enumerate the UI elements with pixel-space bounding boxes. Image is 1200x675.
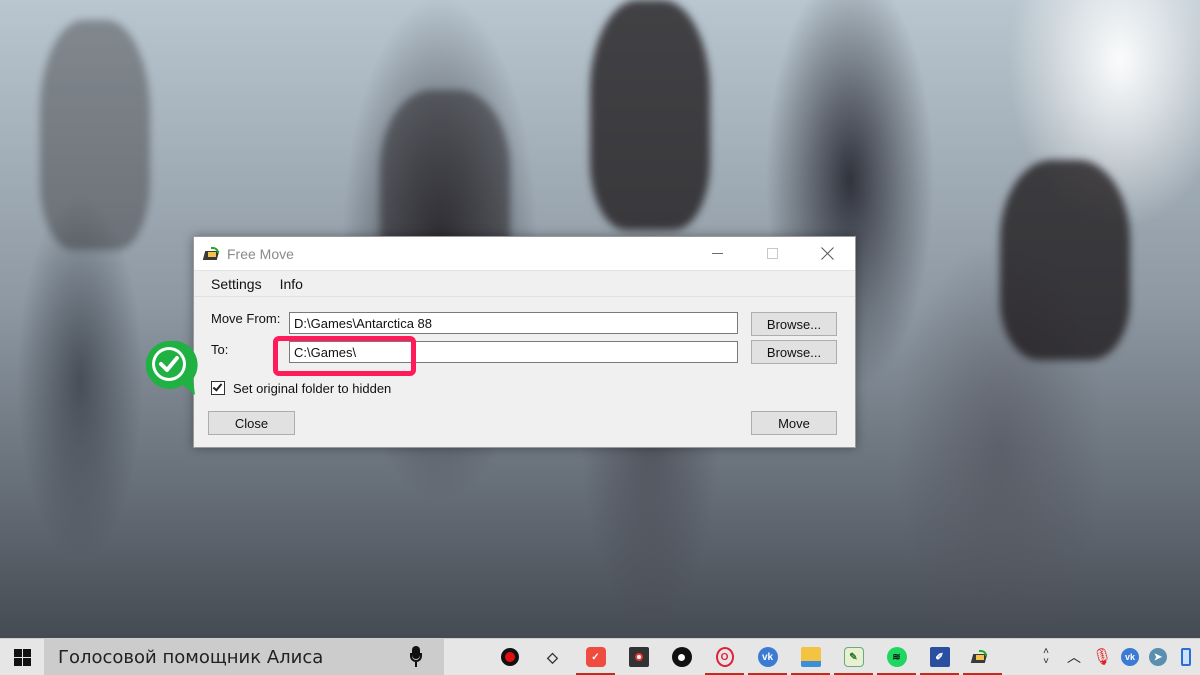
record-icon (500, 648, 519, 666)
minimize-button[interactable] (690, 237, 745, 270)
taskbar-app-media-record[interactable] (617, 639, 660, 675)
browse-from-button[interactable]: Browse... (751, 312, 837, 336)
close-window-button[interactable] (800, 237, 855, 270)
tray-scroll-button[interactable]: ˄ ˅ (1032, 639, 1060, 675)
telegram-icon: ➤ (1149, 648, 1167, 666)
wallpaper-hand (1000, 160, 1130, 360)
taskbar-app-free-move[interactable] (961, 639, 1004, 675)
taskbar-app-spotify[interactable]: ≋ (875, 639, 918, 675)
taskbar-app-music[interactable] (660, 639, 703, 675)
taskbar-app-clock[interactable]: ✓ (574, 639, 617, 675)
title-bar[interactable]: Free Move (194, 237, 855, 271)
hidden-folder-checkbox[interactable] (211, 381, 225, 395)
opera-icon: O (715, 647, 734, 667)
microphone-red-icon: 🎙 (1091, 649, 1113, 666)
disc-icon (671, 647, 692, 667)
minimize-icon (712, 253, 723, 254)
move-from-input[interactable] (289, 312, 738, 334)
move-button[interactable]: Move (751, 411, 837, 435)
taskbar-app-explorer[interactable] (789, 639, 832, 675)
start-button[interactable] (0, 639, 44, 675)
tray-telegram[interactable]: ➤ (1144, 639, 1172, 675)
taskbar-app-vk[interactable]: vk (746, 639, 789, 675)
window-title: Free Move (227, 245, 294, 262)
to-input[interactable] (289, 341, 738, 363)
wallpaper-hand (590, 0, 710, 230)
menu-bar: Settings Info (194, 271, 855, 297)
wallpaper-hand (40, 20, 150, 250)
close-icon (821, 247, 834, 260)
vk-icon: vk (757, 647, 778, 667)
success-check-badge (145, 340, 198, 395)
taskbar-apps: ◇ ✓ O vk ✎ ≋ ✐ (488, 639, 1004, 675)
tray-microphone[interactable]: 🎙 (1088, 639, 1116, 675)
windows-logo-icon (13, 648, 31, 666)
vk-icon: vk (1121, 648, 1139, 666)
taskbar-app-opera[interactable]: O (703, 639, 746, 675)
move-from-label: Move From: (211, 311, 281, 326)
chart-edit-icon: ✎ (843, 647, 864, 667)
microphone-icon[interactable] (410, 646, 422, 668)
taskbar-app-paint[interactable]: ✐ (918, 639, 961, 675)
clock-app-icon: ✓ (585, 647, 606, 667)
hidden-folder-label[interactable]: Set original folder to hidden (233, 381, 391, 396)
free-move-app-icon (202, 246, 221, 261)
maximize-button[interactable] (745, 237, 800, 270)
tray-vk[interactable]: vk (1116, 639, 1144, 675)
free-move-window: Free Move Settings Info Move From: Brows… (193, 236, 856, 448)
stack-icon: ◇ (547, 648, 558, 665)
to-label: To: (211, 342, 229, 357)
spotify-icon: ≋ (886, 647, 907, 667)
taskbar-app-stack[interactable]: ◇ (531, 639, 574, 675)
menu-info[interactable]: Info (271, 276, 312, 292)
taskbar-search-box[interactable]: Голосовой помощник Алиса (44, 638, 444, 675)
browse-to-button[interactable]: Browse... (751, 340, 837, 364)
menu-settings[interactable]: Settings (202, 276, 271, 292)
maximize-icon (767, 248, 778, 259)
paint-tool-icon: ✐ (929, 647, 950, 667)
taskbar: Голосовой помощник Алиса ◇ ✓ O vk ✎ ≋ ✐ … (0, 638, 1200, 675)
close-button[interactable]: Close (208, 411, 295, 435)
checkmark-icon (212, 381, 223, 392)
media-record-icon (628, 647, 649, 667)
battery-icon (1181, 648, 1191, 666)
chevron-up-icon: ︿ (1067, 649, 1081, 665)
system-tray: ˄ ˅ ︿ 🎙 vk ➤ (1032, 639, 1200, 675)
search-text: Голосовой помощник Алиса (58, 646, 324, 668)
move-form: Move From: Browse... To: Browse... Set o… (194, 297, 855, 447)
folder-icon (800, 647, 821, 667)
chevron-down-icon: ˅ (1043, 656, 1049, 667)
taskbar-app-chart-editor[interactable]: ✎ (832, 639, 875, 675)
taskbar-app-recorder[interactable] (488, 639, 531, 675)
free-move-taskbar-icon (970, 650, 989, 664)
tray-battery[interactable] (1172, 639, 1200, 675)
show-hidden-icons-button[interactable]: ︿ (1060, 639, 1088, 675)
